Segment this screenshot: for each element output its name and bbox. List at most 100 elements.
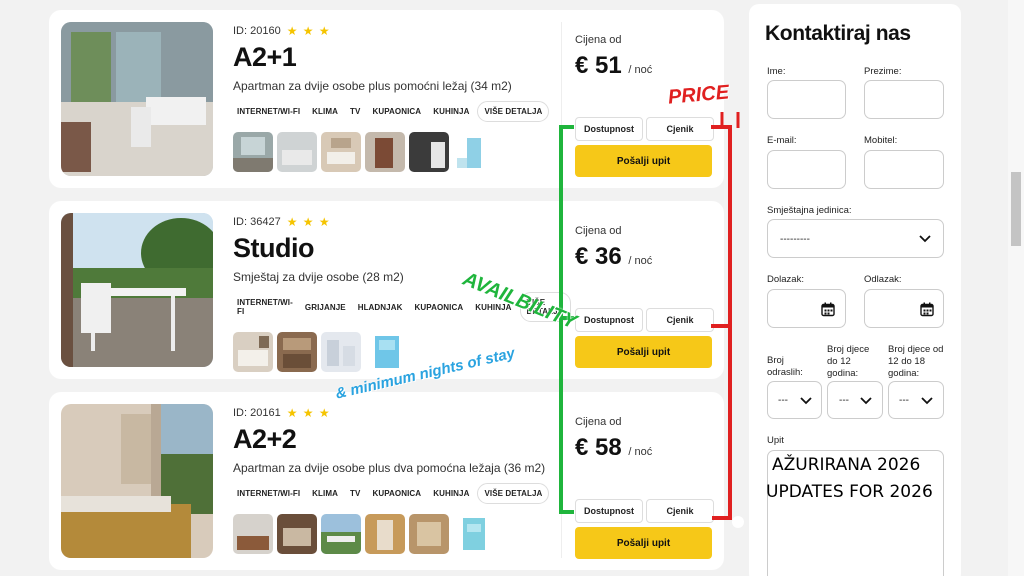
amenity-tag: INTERNET/WI-FI <box>237 489 301 498</box>
departure-label: Odlazak: <box>864 274 902 285</box>
gallery-thumbnail[interactable] <box>233 332 273 372</box>
price-value: € 51 / noć <box>575 52 653 79</box>
send-inquiry-button[interactable]: Pošalji upit <box>575 145 712 177</box>
mobile-label: Mobitel: <box>864 135 898 146</box>
gallery-thumbnail[interactable] <box>409 132 449 172</box>
amenity-tag: KUHINJA <box>433 489 470 498</box>
price-from-label: Cijena od <box>575 34 622 46</box>
chevron-down-icon <box>860 397 872 405</box>
gallery-thumbnail[interactable] <box>321 332 361 372</box>
listing-description: Apartman za dvije osobe plus pomoćni lež… <box>233 79 512 93</box>
gallery-thumbnail[interactable] <box>365 514 405 554</box>
amenity-tag: KUPAONICA <box>372 107 422 116</box>
availability-button[interactable]: Dostupnost <box>575 117 643 141</box>
children-12-18-label: Broj djece od 12 do 18 godina: <box>888 344 944 379</box>
scrollbar-thumb[interactable] <box>1011 172 1021 246</box>
calendar-icon[interactable] <box>821 302 835 317</box>
annotation-dot <box>732 516 744 528</box>
gallery-thumbnail[interactable] <box>321 514 361 554</box>
listing-main-photo[interactable] <box>61 404 213 558</box>
gallery-more-count[interactable]: +1 <box>367 333 375 340</box>
adults-select-value: --- <box>778 395 788 406</box>
listing-description: Smještaj za dvije osobe (28 m2) <box>233 270 404 284</box>
chevron-down-icon <box>921 397 933 405</box>
listing-main-photo[interactable] <box>61 22 213 176</box>
gallery-thumbnail[interactable] <box>321 132 361 172</box>
amenity-tag: HLADNJAK <box>357 302 403 312</box>
amenity-tag: KLIMA <box>312 107 338 116</box>
contact-title: Kontaktiraj nas <box>765 22 911 45</box>
first-name-label: Ime: <box>767 66 786 77</box>
listing-id: ID: 36427 <box>233 216 281 228</box>
amenity-tag: TV <box>350 107 361 116</box>
amenity-tag: KUPAONICA <box>414 302 464 312</box>
unit-select-value: --------- <box>780 234 810 245</box>
page-scrollbar[interactable] <box>1008 0 1024 576</box>
gallery-thumbnail[interactable] <box>233 132 273 172</box>
amenity-tag: INTERNET/WI-FI <box>237 107 301 116</box>
more-details-button[interactable]: VIŠE DETALJA <box>477 101 550 122</box>
listing-main-photo[interactable] <box>61 213 213 367</box>
gallery-thumbnail[interactable] <box>365 132 405 172</box>
availability-button[interactable]: Dostupnost <box>575 499 643 523</box>
chevron-down-icon <box>800 397 812 405</box>
pricelist-button[interactable]: Cjenik <box>646 308 714 332</box>
listing-card: ID: 20161 ★ ★ ★ A2+2 Apartman za dvije os… <box>49 392 724 570</box>
gallery-thumbnail[interactable] <box>277 514 317 554</box>
listing-title[interactable]: Studio <box>233 233 563 264</box>
first-name-field[interactable] <box>767 80 846 119</box>
unit-select[interactable]: --------- <box>767 219 944 258</box>
price-from-label: Cijena od <box>575 416 622 428</box>
gallery-thumbnail[interactable] <box>409 514 449 554</box>
send-inquiry-button[interactable]: Pošalji upit <box>575 527 712 559</box>
pricelist-button[interactable]: Cjenik <box>646 499 714 523</box>
price-bracket-mark <box>720 112 740 128</box>
gallery-thumbnail[interactable] <box>233 514 273 554</box>
photo-gallery <box>233 514 563 554</box>
adults-label: Broj odraslih: <box>767 355 803 378</box>
star-icon: ★ ★ ★ <box>286 215 331 229</box>
gallery-thumbnail[interactable] <box>277 332 317 372</box>
gallery-thumbnail[interactable] <box>453 132 493 172</box>
departure-date-field[interactable] <box>864 289 944 328</box>
amenity-tag: KUHINJA <box>433 107 470 116</box>
listing-card: ID: 36427 ★ ★ ★ Studio Smještaj za dvije … <box>49 201 724 379</box>
listing-title[interactable]: A2+2 <box>233 424 563 455</box>
children-under-12-select-value: --- <box>839 395 849 406</box>
arrival-date-field[interactable] <box>767 289 846 328</box>
more-details-button[interactable]: VIŠE DETALJA <box>477 483 550 504</box>
last-name-label: Prezime: <box>864 66 902 77</box>
children-under-12-select[interactable]: --- <box>827 381 883 419</box>
price-value: € 36 / noć <box>575 243 653 270</box>
listing-id: ID: 20161 <box>233 407 281 419</box>
email-label: E-mail: <box>767 135 797 146</box>
amenity-tag: KLIMA <box>312 489 338 498</box>
email-field[interactable] <box>767 150 846 189</box>
children-12-18-select[interactable]: --- <box>888 381 944 419</box>
last-name-field[interactable] <box>864 80 944 119</box>
amenity-tags: INTERNET/WI-FI KLIMA TV KUPAONICA KUHINJ… <box>233 101 563 122</box>
listing-description: Apartman za dvije osobe plus dva pomoćna… <box>233 461 546 475</box>
calendar-icon[interactable] <box>920 302 934 317</box>
amenity-tag: GRIJANJE <box>304 302 346 312</box>
availability-button[interactable]: Dostupnost <box>575 308 643 332</box>
adults-select[interactable]: --- <box>767 381 822 419</box>
inquiry-textarea-content: AŽURIRANA 2026 UPDATES FOR 2026 <box>766 455 933 502</box>
send-inquiry-button[interactable]: Pošalji upit <box>575 336 712 368</box>
listing-id: ID: 20160 <box>233 25 281 37</box>
pricelist-button[interactable]: Cjenik <box>646 117 714 141</box>
gallery-thumbnail[interactable] <box>453 514 493 554</box>
gallery-thumbnail[interactable]: +1 <box>365 332 405 372</box>
listing-title[interactable]: A2+1 <box>233 42 563 73</box>
photo-gallery <box>233 132 563 172</box>
chevron-down-icon <box>919 235 931 243</box>
gallery-thumbnail[interactable] <box>277 132 317 172</box>
star-icon: ★ ★ ★ <box>286 406 331 420</box>
amenity-tag: INTERNET/WI-FI <box>237 298 293 316</box>
children-12-18-select-value: --- <box>899 395 909 406</box>
amenity-tag: TV <box>350 489 361 498</box>
price-value: € 58 / noć <box>575 434 653 461</box>
mobile-field[interactable] <box>864 150 944 189</box>
children-under-12-label: Broj djece do 12 godina: <box>827 344 870 379</box>
star-icon: ★ ★ ★ <box>286 24 331 38</box>
